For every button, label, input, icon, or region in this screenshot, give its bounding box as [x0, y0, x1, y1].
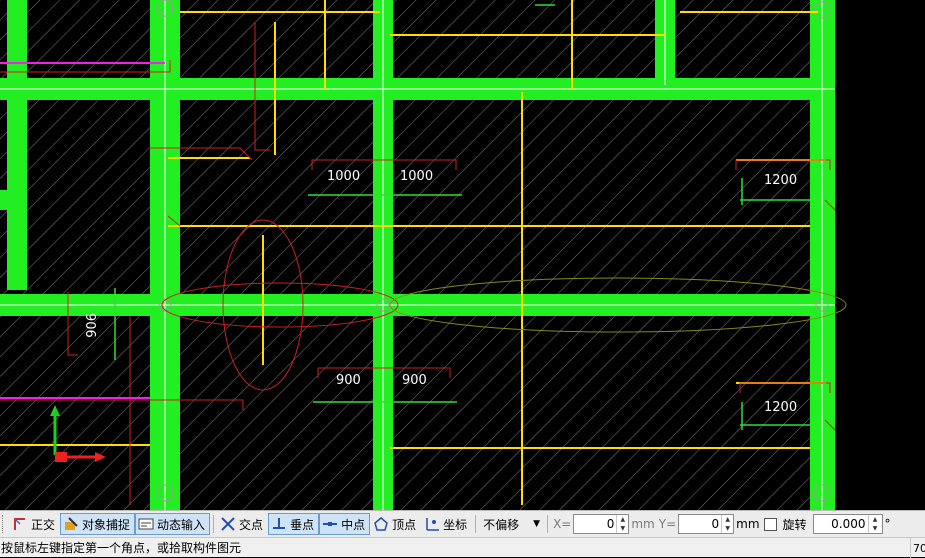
coordinate-icon: [426, 518, 440, 531]
dim-label-4: 906: [82, 313, 97, 338]
degree-symbol: °: [884, 517, 891, 531]
toolbar-grip[interactable]: [2, 515, 6, 533]
coordinate-label: 坐标: [443, 517, 468, 532]
x-offset-input[interactable]: ▲▼: [573, 514, 630, 534]
x-label: X=: [553, 517, 572, 531]
status-prompt: 按鼠标左键指定第一个角点，或拾取构件图元: [1, 541, 242, 555]
intersection-label: 交点: [239, 517, 264, 532]
x-spinner-arrows[interactable]: ▲ ▼: [616, 515, 628, 533]
drawing-canvas[interactable]: 1000 1000 1200 906 900 900 1200: [0, 0, 925, 510]
dim-label-1: 1000: [327, 169, 360, 184]
y-label: Y=: [658, 517, 677, 531]
y-offset-input[interactable]: ▲▼: [678, 514, 735, 534]
y-unit: mm: [736, 517, 760, 531]
y-spinner-arrows[interactable]: ▲ ▼: [721, 515, 733, 533]
status-coordinate: 70: [910, 538, 925, 558]
dim-label-2: 1000: [400, 169, 433, 184]
rotate-input[interactable]: ▲▼: [812, 514, 883, 534]
rotate-field[interactable]: [813, 517, 868, 531]
coordinate-button[interactable]: 坐标: [421, 513, 472, 535]
toolbar-separator: [213, 515, 215, 533]
chevron-down-icon: ▼: [533, 519, 541, 529]
dim-label-3: 1200: [764, 173, 797, 188]
offset-select-value: 不偏移: [483, 517, 520, 532]
perpendicular-button[interactable]: 垂点: [268, 513, 320, 535]
dim-label-7: 1200: [764, 400, 797, 415]
rotate-spinner-arrows[interactable]: ▲ ▼: [867, 515, 882, 533]
slab-hatch: [0, 0, 835, 510]
dynamic-input-label: 动态输入: [157, 517, 206, 532]
toolbar-separator: [475, 515, 477, 533]
offset-select[interactable]: 不偏移 ▼: [479, 514, 544, 534]
x-unit: mm: [631, 517, 655, 531]
midpoint-label: 中点: [341, 517, 366, 532]
dynamic-input-button[interactable]: 动态输入: [135, 513, 211, 535]
dynamic-input-icon: [138, 518, 154, 530]
x-offset-field[interactable]: [574, 517, 617, 531]
intersection-button[interactable]: 交点: [217, 513, 268, 535]
vertex-label: 顶点: [392, 517, 417, 532]
ortho-button[interactable]: 正交: [9, 513, 60, 535]
snap-toolbar: 正交 对象捕捉 动态输入 交点 垂点 中点 顶点 坐标 不偏移 ▼ X= ▲▼ …: [0, 510, 925, 537]
status-bar: 按鼠标左键指定第一个角点，或拾取构件图元 70: [0, 537, 925, 558]
ortho-icon: [14, 518, 25, 530]
object-snap-button[interactable]: 对象捕捉: [60, 513, 136, 535]
object-snap-label: 对象捕捉: [82, 517, 131, 532]
dim-label-6: 900: [402, 373, 427, 388]
intersection-icon: [221, 517, 235, 531]
vertex-icon: [374, 517, 388, 531]
perpendicular-label: 垂点: [290, 517, 315, 532]
object-snap-icon: [65, 517, 78, 530]
toolbar-separator: [547, 515, 549, 533]
y-offset-field[interactable]: [679, 517, 722, 531]
midpoint-button[interactable]: 中点: [319, 513, 371, 535]
ortho-label: 正交: [31, 517, 56, 532]
vertex-button[interactable]: 顶点: [370, 513, 421, 535]
midpoint-icon: [323, 522, 338, 526]
dim-label-5: 900: [336, 373, 361, 388]
rotate-label: 旋转: [782, 517, 807, 532]
rotate-checkbox[interactable]: [763, 517, 777, 531]
perpendicular-icon: [273, 518, 286, 529]
